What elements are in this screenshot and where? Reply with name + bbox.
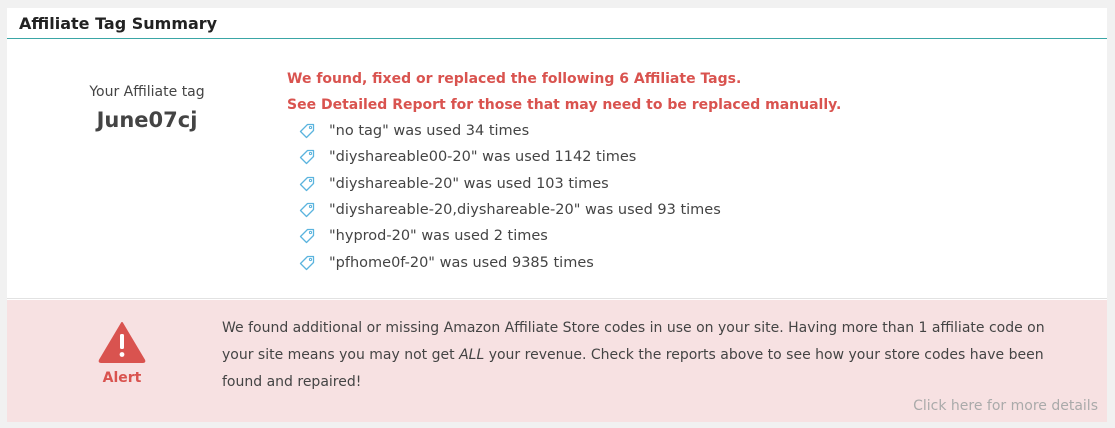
affiliate-tag-label: Your Affiliate tag	[89, 84, 205, 100]
list-item: "hyprod-20" was used 2 times	[287, 223, 841, 249]
tag-item-text: "pfhome0f-20" was used 9385 times	[329, 254, 594, 271]
list-item: "pfhome0f-20" was used 9385 times	[287, 249, 841, 275]
alert-text-emphasis: ALL	[459, 347, 485, 363]
tag-item-text: "hyprod-20" was used 2 times	[329, 228, 548, 245]
alert-message: We found additional or missing Amazon Af…	[222, 315, 1072, 396]
tag-item-text: "diyshareable-20" was used 103 times	[329, 175, 609, 192]
tag-icon	[299, 176, 315, 192]
alert-label: Alert	[102, 370, 142, 386]
tag-icon	[299, 255, 315, 271]
tag-icon	[299, 123, 315, 139]
tag-icon	[299, 228, 315, 244]
tag-list: "no tag" was used 34 times "diyshareable…	[287, 118, 841, 276]
tag-item-text: "no tag" was used 34 times	[329, 123, 530, 140]
tag-icon	[299, 202, 315, 218]
list-item: "no tag" was used 34 times	[287, 118, 841, 144]
tag-item-text: "diyshareable-20,diyshareable-20" was us…	[329, 202, 721, 219]
more-details-link[interactable]: Click here for more details	[913, 398, 1098, 414]
affiliate-tag-summary-panel: Affiliate Tag Summary Your Affiliate tag…	[7, 8, 1107, 422]
list-item: "diyshareable-20" was used 103 times	[287, 171, 841, 197]
summary-section: Your Affiliate tag June07cj We found, fi…	[7, 39, 1107, 299]
affiliate-tag-value: June07cj	[96, 108, 198, 132]
alert-box: Alert We found additional or missing Ama…	[7, 300, 1107, 422]
tag-icon	[299, 149, 315, 165]
detailed-report-message: See Detailed Report for those that may n…	[287, 97, 842, 113]
panel-title: Affiliate Tag Summary	[7, 8, 1107, 39]
tag-item-text: "diyshareable00-20" was used 1142 times	[329, 149, 637, 166]
affiliate-tag-box: Your Affiliate tag June07cj	[7, 39, 287, 132]
alert-badge: Alert	[97, 320, 147, 386]
found-tags-section: We found, fixed or replaced the followin…	[287, 66, 841, 276]
list-item: "diyshareable00-20" was used 1142 times	[287, 144, 841, 170]
found-tags-message: We found, fixed or replaced the followin…	[287, 71, 742, 87]
list-item: "diyshareable-20,diyshareable-20" was us…	[287, 197, 841, 223]
warning-triangle-icon	[97, 322, 147, 368]
